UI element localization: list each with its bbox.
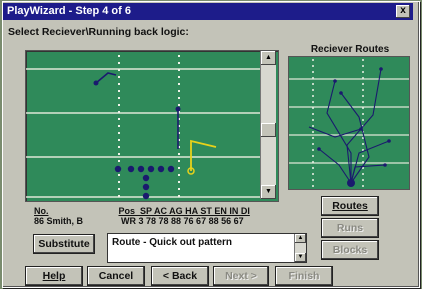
player-marker [142, 174, 150, 182]
window-title: PlayWizard - Step 4 of 6 [7, 5, 131, 17]
route-description-box[interactable]: Route - Quick out pattern ▲ ▼ [107, 233, 307, 263]
stats-player-row[interactable]: 86 Smith, B WR 3 78 78 88 76 67 88 56 67 [34, 216, 250, 226]
back-button[interactable]: < Back [152, 267, 208, 285]
player-marker [127, 165, 135, 173]
description-scrollbar[interactable]: ▲ ▼ [294, 234, 306, 262]
scroll-up-icon[interactable]: ▲ [261, 51, 276, 65]
quarterback-marker [347, 179, 355, 187]
routes-button[interactable]: Routes [322, 197, 378, 215]
scroll-thumb[interactable] [261, 123, 276, 137]
blocks-button[interactable]: Blocks [322, 241, 378, 259]
close-icon: x [400, 5, 406, 16]
player-marker [142, 192, 150, 200]
runs-button[interactable]: Runs [322, 219, 378, 237]
cancel-button[interactable]: Cancel [88, 267, 144, 285]
receiver-routes-panel [288, 56, 410, 190]
scroll-up-icon[interactable]: ▲ [295, 234, 306, 243]
player-marker [167, 165, 175, 173]
scroll-down-icon[interactable]: ▼ [295, 253, 306, 262]
receiver-marker [93, 80, 99, 86]
receiver-marker [175, 106, 181, 112]
field-scrollbar[interactable]: ▲ ▼ [260, 51, 276, 199]
selected-route [190, 139, 217, 171]
substitute-button[interactable]: Substitute [34, 235, 94, 253]
player-marker [147, 165, 155, 173]
play-diagram[interactable] [26, 51, 260, 201]
help-button[interactable]: Help [26, 267, 82, 285]
title-bar: PlayWizard - Step 4 of 6 x [3, 3, 413, 20]
next-button[interactable]: Next > [214, 267, 268, 285]
stats-header: No. Pos SP AC AG HA ST EN IN DI [34, 206, 250, 216]
player-marker [142, 183, 150, 191]
play-field[interactable] [25, 50, 279, 202]
player-marker [137, 165, 145, 173]
scroll-down-icon[interactable]: ▼ [261, 185, 276, 199]
finish-button[interactable]: Finish [276, 267, 332, 285]
player-marker [157, 165, 165, 173]
route-line [95, 72, 117, 84]
player-marker [114, 165, 122, 173]
routes-panel-title: Reciever Routes [310, 44, 390, 55]
player-stats: No. Pos SP AC AG HA ST EN IN DI 86 Smith,… [34, 206, 250, 226]
route-description: Route - Quick out pattern [112, 237, 232, 248]
prompt-label: Select Reciever\Running back logic: [8, 26, 189, 38]
routes-diagram [289, 59, 409, 187]
close-button[interactable]: x [396, 5, 410, 18]
